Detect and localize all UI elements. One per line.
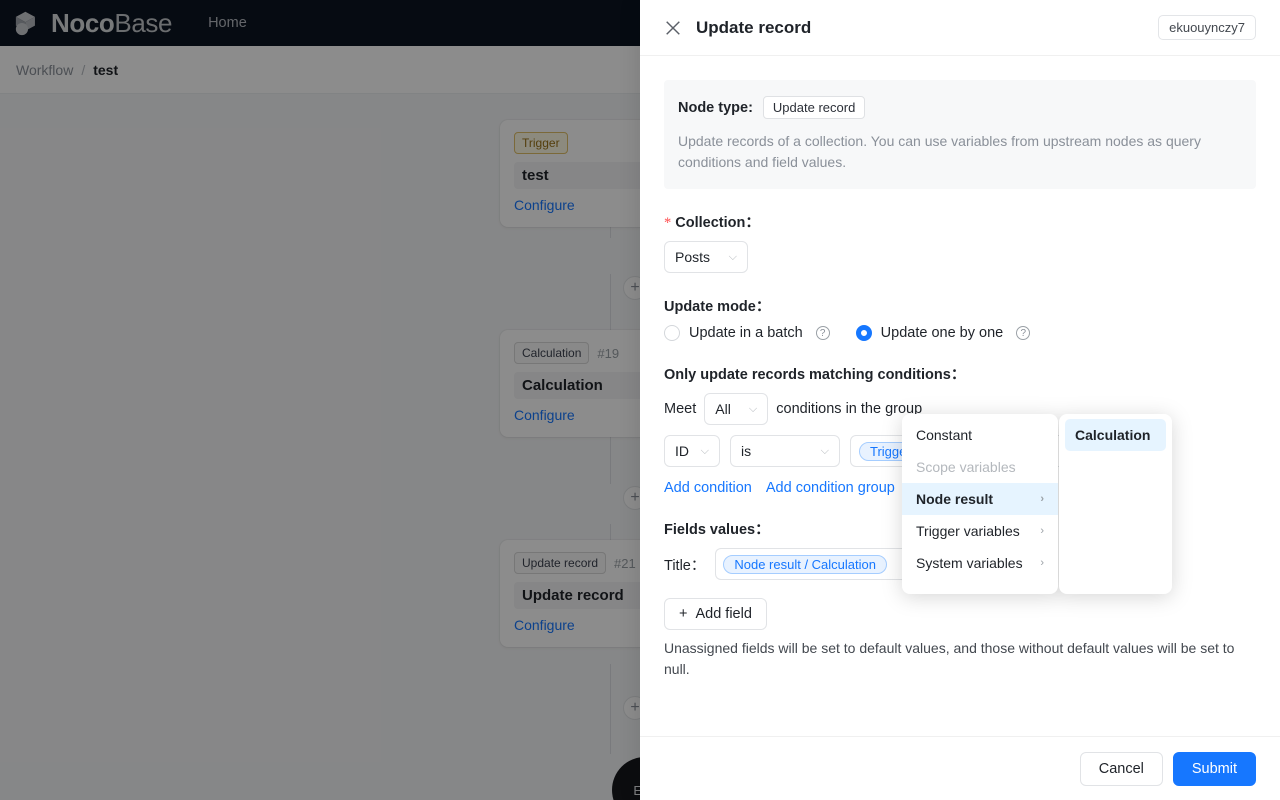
match-type-select[interactable]: All ⌵ (704, 393, 769, 425)
menu-item-label: Node result (916, 491, 994, 507)
menu-item-label: Constant (916, 427, 973, 443)
radio-update-in-batch[interactable]: Update in a batch ? (664, 325, 830, 341)
submenu-item-calculation[interactable]: Calculation (1065, 419, 1166, 451)
collection-label: * Collection： (664, 211, 1256, 232)
variable-submenu-list: Calculation (1059, 414, 1172, 594)
node-type-value: Update record (762, 96, 866, 119)
node-type-label: Node type: (678, 99, 753, 116)
node-type-row: Node type: Update record (678, 96, 1242, 119)
node-key-badge: ekuouynczy7 (1158, 15, 1256, 40)
title-field-label: Title： (664, 557, 706, 574)
chevron-right-icon: › (1040, 557, 1044, 569)
add-field-wrap: + Add field (664, 598, 1256, 630)
node-description: Update records of a collection. You can … (678, 133, 1201, 170)
update-mode-label: Update mode： (664, 299, 771, 315)
add-field-button[interactable]: + Add field (664, 598, 767, 630)
collection-section: * Collection： Posts ⌵ (664, 211, 1256, 273)
help-icon[interactable]: ? (1016, 326, 1031, 340)
update-mode-section: Update mode： Update in a batch ? Update … (664, 295, 1256, 341)
condition-field-select[interactable]: ID ⌵ (664, 435, 720, 467)
match-type-value: All (715, 401, 731, 417)
add-condition-group-link[interactable]: Add condition group (766, 480, 895, 496)
drawer-title: Update record (696, 17, 812, 37)
condition-operator-value: is (741, 443, 752, 459)
collection-label-text: Collection： (675, 215, 760, 231)
drawer-footer: Cancel Submit (640, 736, 1280, 800)
menu-item-constant[interactable]: Constant (902, 419, 1058, 451)
radio-indicator-selected (855, 325, 872, 341)
node-info-box: Node type: Update record Update records … (664, 80, 1256, 189)
update-record-drawer: Update record ekuouynczy7 Node type: Upd… (640, 0, 1280, 800)
title-variable-tag: Node result / Calculation (723, 554, 887, 574)
add-condition-link[interactable]: Add condition (664, 480, 752, 496)
condition-field-value: ID (675, 443, 689, 459)
chevron-right-icon: › (1040, 493, 1044, 505)
menu-item-trigger-variables[interactable]: Trigger variables › (902, 515, 1058, 547)
menu-item-label: Scope variables (916, 459, 1016, 475)
condition-operator-select[interactable]: is ⌵ (730, 435, 840, 467)
drawer-header: Update record ekuouynczy7 (640, 0, 1280, 56)
chevron-right-icon: › (1040, 525, 1044, 537)
menu-item-scope-variables: Scope variables (902, 451, 1058, 483)
plus-icon: + (679, 606, 688, 622)
add-field-label: Add field (695, 606, 752, 622)
conditions-label: Only update records matching conditions： (664, 367, 966, 383)
chevron-down-icon: ⌵ (728, 250, 737, 263)
meet-prefix: Meet (664, 401, 697, 417)
close-icon[interactable] (664, 19, 682, 37)
submenu-item-label: Calculation (1075, 427, 1151, 443)
fields-values-hint: Unassigned fields will be set to default… (664, 640, 1235, 677)
chevron-down-icon: ⌵ (700, 444, 709, 457)
collection-select[interactable]: Posts ⌵ (664, 241, 748, 273)
update-mode-radio-group: Update in a batch ? Update one by one ? (664, 325, 1256, 341)
collection-select-value: Posts (675, 249, 711, 265)
variable-category-list: Constant Scope variables Node result › T… (902, 414, 1058, 594)
cancel-button[interactable]: Cancel (1079, 751, 1163, 786)
radio-indicator (664, 325, 680, 341)
variable-selector-popup: Constant Scope variables Node result › T… (902, 414, 1172, 594)
chevron-down-icon: ⌵ (748, 402, 758, 415)
menu-item-label: Trigger variables (916, 523, 1020, 539)
radio-label: Update one by one (880, 325, 1004, 341)
menu-item-label: System variables (916, 555, 1023, 571)
chevron-down-icon: ⌵ (820, 444, 829, 457)
radio-label: Update in a batch (689, 325, 803, 341)
menu-item-system-variables[interactable]: System variables › (902, 547, 1058, 579)
drawer-body: Node type: Update record Update records … (640, 56, 1280, 736)
radio-update-one-by-one[interactable]: Update one by one ? (855, 325, 1031, 341)
menu-item-node-result[interactable]: Node result › (902, 483, 1058, 515)
help-icon[interactable]: ? (815, 326, 830, 340)
meet-suffix: conditions in the group (776, 401, 923, 417)
title-field-input[interactable]: Node result / Calculation (715, 548, 916, 580)
submit-button[interactable]: Submit (1172, 751, 1256, 786)
required-star: * (664, 215, 672, 231)
